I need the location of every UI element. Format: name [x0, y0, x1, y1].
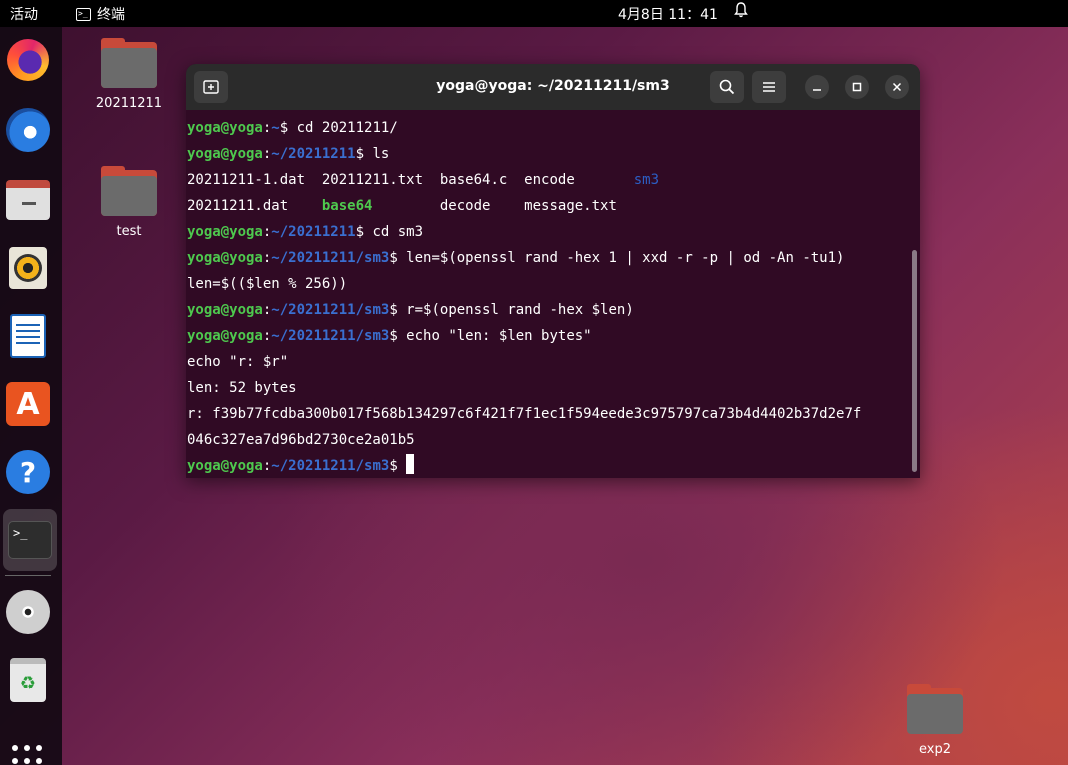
dock-item-rhythmbox[interactable]: [5, 245, 51, 291]
title-bar[interactable]: yoga@yoga: ~/20211211/sm3: [186, 64, 920, 110]
search-button[interactable]: [710, 71, 744, 103]
terminal-input-line[interactable]: yoga@yoga:~/20211211/sm3$: [187, 453, 920, 478]
terminal-line: yoga@yoga:~$ cd 20211211/: [187, 120, 398, 136]
maximize-icon: [852, 82, 862, 92]
close-button[interactable]: [885, 75, 909, 99]
app-menu[interactable]: >_ 终端: [76, 4, 125, 24]
desktop-icon-label: 20211211: [95, 96, 163, 111]
terminal-line: echo "r: $r": [187, 354, 289, 370]
dock-item-help[interactable]: ?: [5, 449, 51, 495]
top-bar: 活动 >_ 终端 4月8日 11：41: [0, 0, 1068, 27]
terminal-line: yoga@yoga:~/20211211$ cd sm3: [187, 224, 424, 240]
folder-icon: [101, 166, 157, 216]
terminal-line: len=$(($len % 256)): [187, 276, 348, 292]
terminal-line: 046c327ea7d96bd2730ce2a01b5: [187, 432, 415, 448]
folder-icon: [907, 684, 963, 734]
dock-item-firefox[interactable]: [5, 37, 51, 83]
dock-item-disc[interactable]: [5, 589, 51, 635]
dock-item-software[interactable]: A: [5, 381, 51, 427]
terminal-line: yoga@yoga:~/20211211/sm3$ len=$(openssl …: [187, 250, 845, 266]
minimize-button[interactable]: [805, 75, 829, 99]
disc-icon: [6, 590, 50, 634]
dock-item-writer[interactable]: [5, 313, 51, 359]
dock: A ? >_ ♻: [0, 27, 62, 765]
notification-bell-icon[interactable]: [734, 2, 748, 22]
desktop-folder-exp2[interactable]: exp2: [895, 684, 975, 757]
dock-separator: [5, 575, 51, 576]
desktop-folder-20211211[interactable]: 20211211: [89, 38, 169, 111]
terminal-output[interactable]: yoga@yoga:~$ cd 20211211/ yoga@yoga:~/20…: [186, 110, 920, 478]
desktop-icon-label: test: [116, 224, 142, 239]
terminal-line: 20211211.dat base64 decode message.txt: [187, 198, 617, 214]
terminal-line: len: 52 bytes: [187, 380, 297, 396]
terminal-app-icon: >_: [76, 7, 91, 21]
help-icon: ?: [6, 450, 50, 494]
close-icon: [892, 82, 902, 92]
scrollbar[interactable]: [912, 250, 917, 472]
terminal-line: r: f39b77fcdba300b017f568b134297c6f421f7…: [187, 406, 862, 422]
terminal-icon: >_: [8, 521, 52, 559]
software-icon: A: [6, 382, 50, 426]
trash-icon: ♻: [10, 658, 46, 702]
clock[interactable]: 4月8日 11：41: [618, 4, 718, 24]
text-cursor: [406, 454, 415, 474]
terminal-line: yoga@yoga:~/20211211$ ls: [187, 146, 390, 162]
maximize-button[interactable]: [845, 75, 869, 99]
show-apps-icon[interactable]: [12, 745, 42, 765]
desktop-icon-label: exp2: [919, 742, 951, 757]
minimize-icon: [813, 89, 821, 91]
dock-item-thunderbird[interactable]: [5, 107, 51, 153]
terminal-line: 20211211-1.dat 20211211.txt base64.c enc…: [187, 172, 660, 188]
folder-icon: [101, 38, 157, 88]
rhythmbox-icon: [9, 247, 47, 289]
desktop-folder-test[interactable]: test: [89, 166, 169, 239]
firefox-icon: [7, 39, 49, 81]
terminal-window[interactable]: yoga@yoga: ~/20211211/sm3 yoga@yoga:~$ c…: [186, 64, 920, 478]
libreoffice-writer-icon: [10, 314, 46, 358]
terminal-line: yoga@yoga:~/20211211/sm3$ r=$(openssl ra…: [187, 302, 634, 318]
dock-item-files[interactable]: [5, 177, 51, 223]
search-icon: [719, 79, 735, 95]
thunderbird-icon: [6, 108, 50, 152]
menu-button[interactable]: [752, 71, 786, 103]
dock-item-trash[interactable]: ♻: [5, 657, 51, 703]
app-name: 终端: [97, 7, 125, 23]
files-icon: [6, 180, 50, 220]
hamburger-menu-icon: [763, 82, 775, 92]
terminal-line: yoga@yoga:~/20211211/sm3$ echo "len: $le…: [187, 328, 592, 344]
dock-item-terminal[interactable]: >_: [3, 509, 57, 571]
activities-button[interactable]: 活动: [10, 4, 38, 24]
